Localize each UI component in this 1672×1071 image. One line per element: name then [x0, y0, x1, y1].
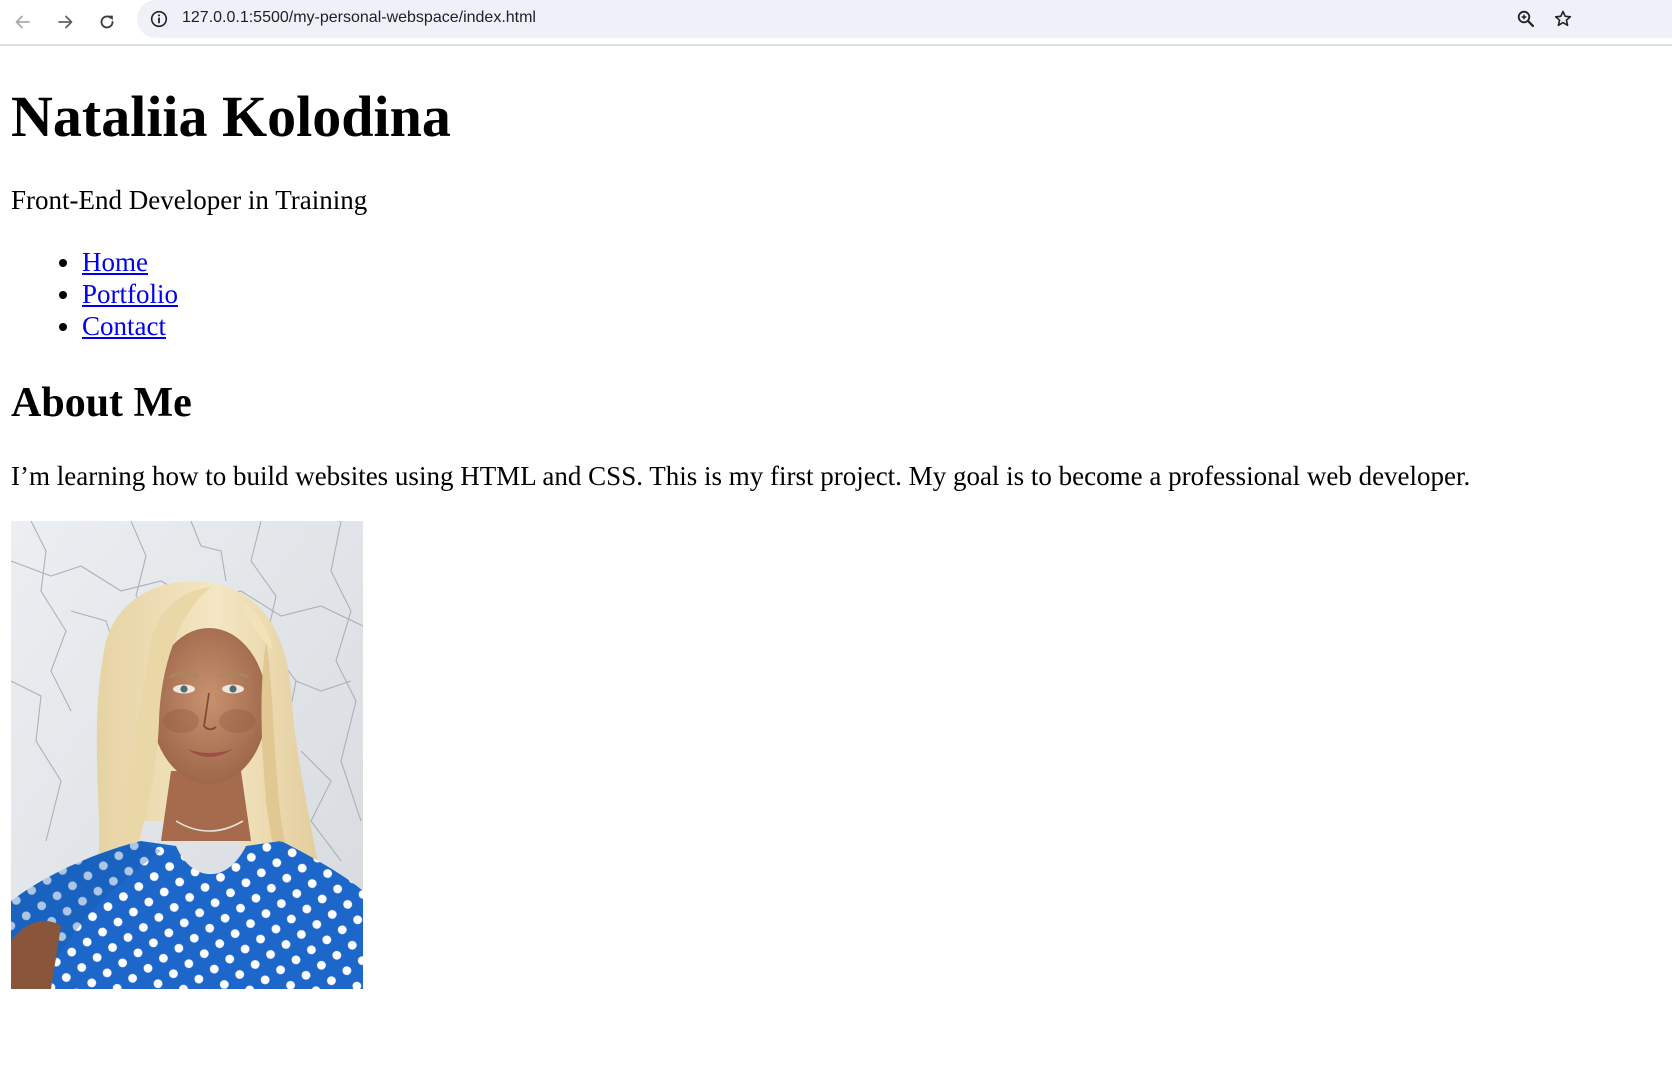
url-text[interactable]: 127.0.0.1:5500/my-personal-webspace/inde… [182, 9, 536, 27]
arrow-right-icon [58, 15, 73, 29]
reload-button[interactable] [89, 4, 125, 40]
nav-item-contact: Contact [82, 310, 178, 342]
zoom-button[interactable] [1512, 5, 1540, 33]
nav-link-contact[interactable]: Contact [82, 311, 166, 341]
bookmark-button[interactable] [1549, 5, 1577, 33]
forward-button[interactable] [47, 4, 83, 40]
page-title: Nataliia Kolodina [11, 84, 451, 149]
nav-link-portfolio[interactable]: Portfolio [82, 279, 178, 309]
star-icon [1554, 10, 1572, 27]
about-text: I’m learning how to build websites using… [11, 461, 1471, 491]
zoom-in-icon [1517, 10, 1535, 28]
site-info-button[interactable] [145, 5, 173, 33]
about-heading: About Me [11, 380, 192, 426]
nav-item-portfolio: Portfolio [82, 278, 178, 310]
address-bar[interactable]: 127.0.0.1:5500/my-personal-webspace/inde… [137, 0, 1672, 38]
arrow-left-icon [15, 15, 30, 29]
web-page: Nataliia Kolodina Front-End Developer in… [0, 46, 1672, 1071]
info-circle-icon [150, 10, 168, 28]
profile-photo [11, 521, 363, 989]
back-button[interactable] [5, 4, 41, 40]
reload-icon [100, 15, 114, 29]
nav-item-home: Home [82, 246, 178, 278]
main-nav: Home Portfolio Contact [0, 246, 178, 342]
nav-link-home[interactable]: Home [82, 247, 148, 277]
browser-toolbar: 127.0.0.1:5500/my-personal-webspace/inde… [0, 0, 1672, 46]
tagline: Front-End Developer in Training [11, 185, 368, 215]
